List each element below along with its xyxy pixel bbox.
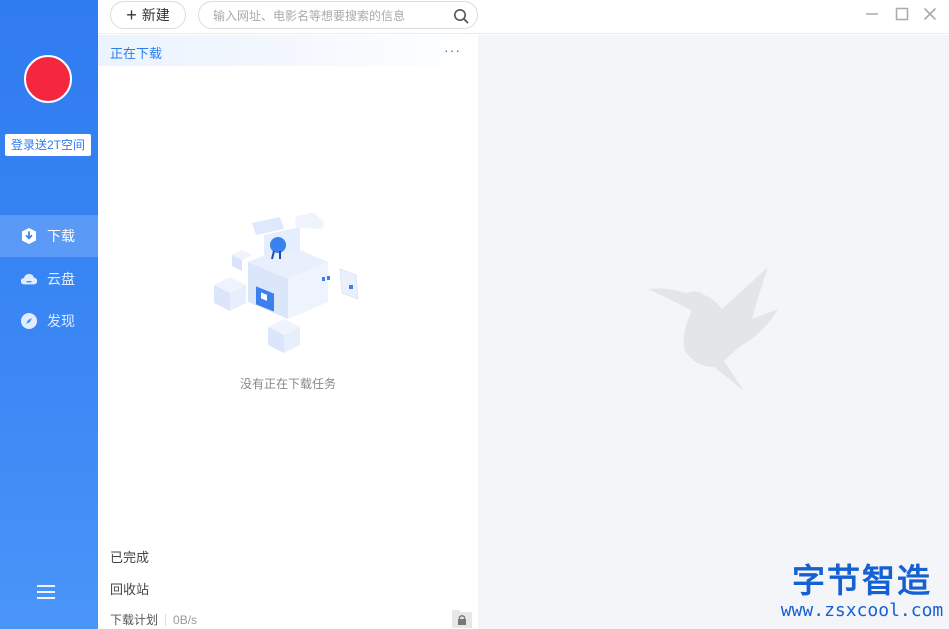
avatar[interactable] — [24, 55, 72, 103]
download-speed: 0B/s — [173, 612, 198, 627]
recycle-bin-link[interactable]: 回收站 — [110, 579, 149, 598]
cloud-icon — [20, 270, 38, 288]
nav-item-download[interactable]: 下载 — [0, 215, 98, 257]
empty-boxes-illustration — [214, 212, 359, 353]
watermark-title: 字节智造 — [792, 561, 932, 600]
plus-icon: + — [126, 5, 137, 25]
divider — [165, 613, 167, 626]
search-icon[interactable] — [453, 8, 469, 24]
hamburger-menu-icon[interactable] — [37, 585, 55, 601]
detail-pane: 字节智造 www.zsxcool.com — [478, 35, 949, 629]
compass-icon — [20, 312, 38, 330]
download-plan-row: 下载计划 0B/s — [110, 611, 197, 628]
search-box — [198, 1, 478, 29]
download-list-panel: 正在下载 ··· 没有正在下载任务 已完成 回收站 下载计划 0B/s — [98, 35, 478, 629]
download-plan-link[interactable]: 下载计划 — [110, 611, 158, 628]
minimize-icon[interactable] — [864, 6, 880, 22]
top-toolbar: + 新建 — [98, 0, 949, 34]
lock-icon[interactable] — [451, 607, 473, 629]
more-options-button[interactable]: ··· — [444, 43, 461, 57]
nav-item-discover[interactable]: 发现 — [0, 300, 98, 342]
download-shield-icon — [20, 227, 38, 245]
login-promo-button[interactable]: 登录送2T空间 — [5, 134, 91, 156]
search-input[interactable] — [213, 7, 443, 24]
hummingbird-logo-icon — [648, 267, 778, 391]
maximize-icon[interactable] — [894, 6, 910, 22]
watermark-url: www.zsxcool.com — [780, 600, 944, 621]
empty-state-text: 没有正在下载任务 — [239, 377, 336, 391]
nav-item-cloud[interactable]: 云盘 — [0, 258, 98, 300]
nav-label-cloud: 云盘 — [47, 271, 75, 287]
new-task-label: 新建 — [141, 7, 170, 23]
new-task-button[interactable]: + 新建 — [110, 1, 186, 29]
nav-label-discover: 发现 — [47, 313, 75, 329]
downloading-header[interactable]: 正在下载 ··· — [98, 35, 478, 66]
downloading-title: 正在下载 — [110, 46, 163, 61]
completed-link[interactable]: 已完成 — [110, 547, 149, 566]
watermark: 字节智造 www.zsxcool.com — [778, 562, 946, 626]
close-icon[interactable] — [922, 6, 938, 22]
sidebar: 登录送2T空间 下载 云盘 发现 — [0, 0, 98, 629]
nav-label-download: 下载 — [47, 228, 75, 244]
